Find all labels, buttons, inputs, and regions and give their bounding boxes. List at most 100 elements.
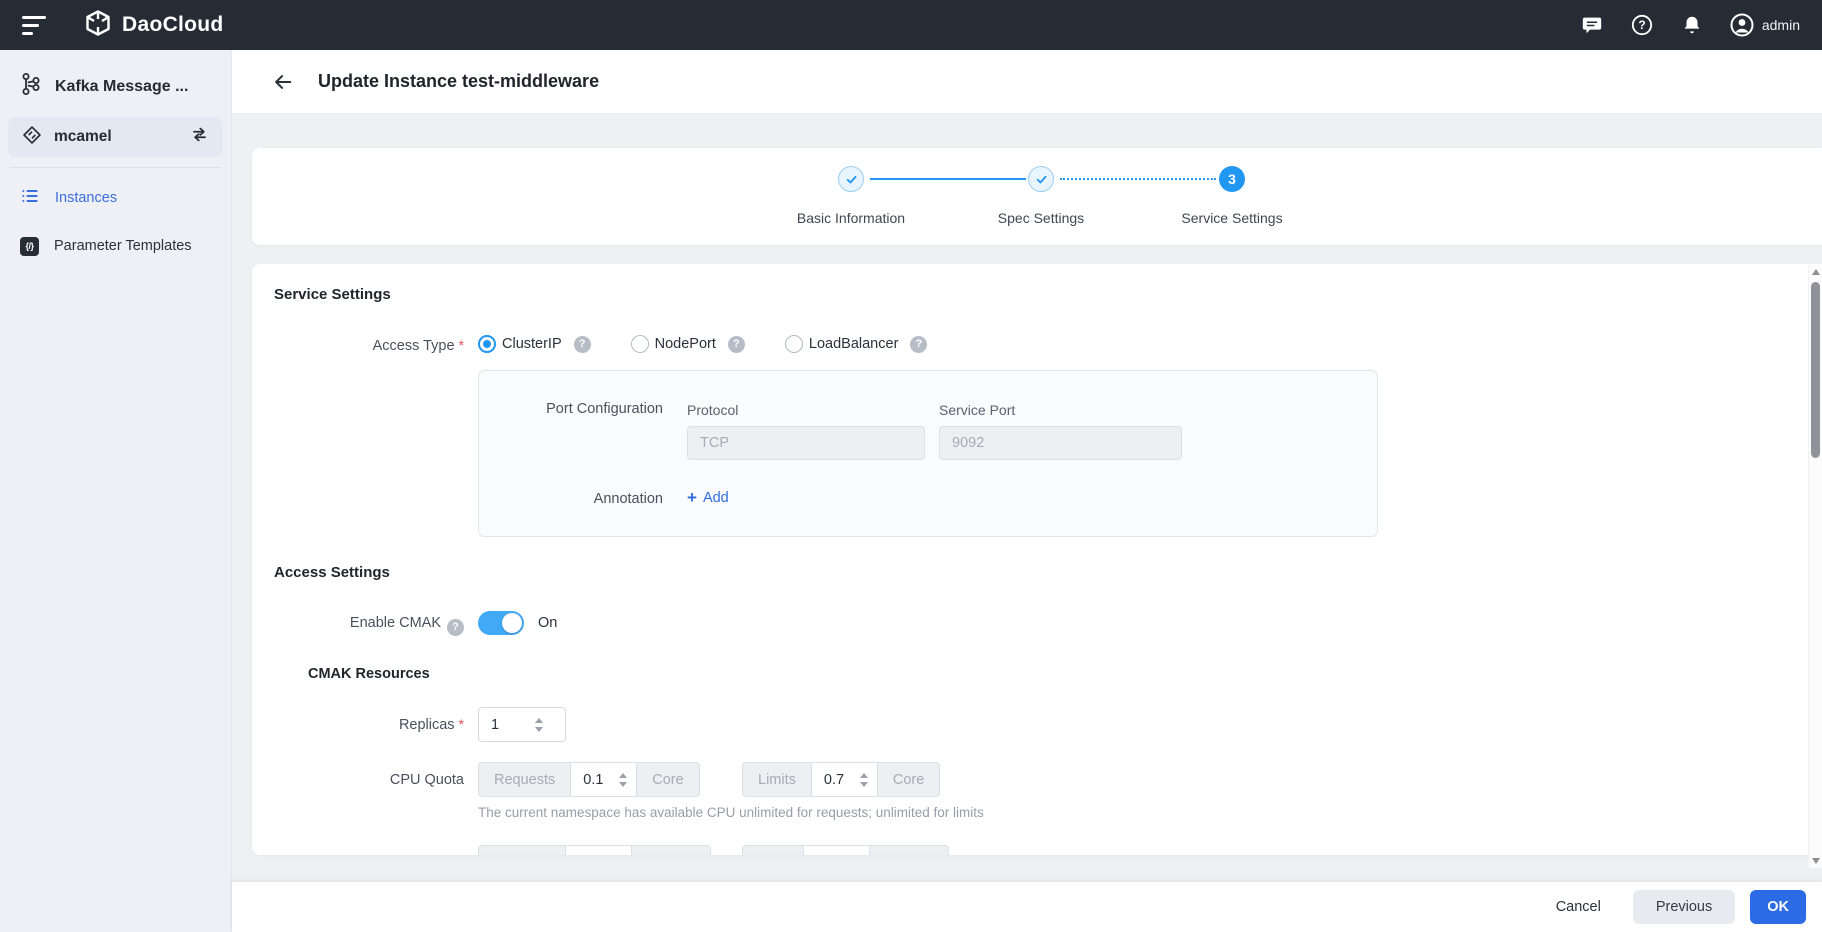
replicas-stepper[interactable] — [531, 718, 552, 732]
page-title: Update Instance test-middleware — [318, 71, 599, 92]
cpu-requests-stepper[interactable] — [615, 773, 636, 787]
scroll-up-arrow[interactable] — [1812, 269, 1820, 275]
cpu-requests-input-box — [571, 762, 636, 797]
step-label: Basic Information — [771, 210, 931, 226]
stepper-connector — [870, 178, 1026, 180]
required-asterisk: * — [459, 716, 464, 732]
username-label: admin — [1762, 17, 1800, 33]
cpu-limits-group: Limits Core — [742, 762, 940, 797]
daocloud-logo-icon — [84, 9, 112, 42]
memory-limits-input[interactable] — [804, 855, 848, 856]
increment-icon[interactable] — [535, 718, 543, 723]
step-label: Service Settings — [1152, 210, 1312, 226]
radio-loadbalancer[interactable]: LoadBalancer ? — [785, 335, 928, 353]
hamburger-menu-icon[interactable] — [22, 16, 46, 35]
access-type-label: Access Type* — [252, 337, 464, 354]
cluster-icon — [22, 125, 42, 150]
step-service-settings[interactable]: 3 — [1219, 166, 1245, 192]
access-type-radio-group: ClusterIP ? NodePort ? LoadBalancer ? — [478, 335, 927, 353]
back-button[interactable] — [270, 69, 296, 95]
increment-icon[interactable] — [860, 773, 868, 778]
stepper-card: 3 Basic Information Spec Settings Servic… — [252, 148, 1822, 245]
memory-limits-group — [742, 845, 949, 855]
radio-button[interactable] — [785, 335, 803, 353]
list-icon — [20, 186, 40, 210]
enable-cmak-label: Enable CMAK? — [252, 615, 464, 636]
scroll-down-arrow[interactable] — [1812, 858, 1820, 864]
port-configuration-panel: Port Configuration Protocol Service Port… — [478, 370, 1378, 537]
sidebar-item-instances[interactable]: Instances — [0, 174, 231, 222]
sidebar-item-label: Instances — [55, 190, 117, 206]
decrement-icon[interactable] — [535, 727, 543, 732]
cpu-requests-input[interactable] — [571, 772, 615, 788]
radio-clusterip[interactable]: ClusterIP ? — [478, 335, 591, 353]
brand-name: DaoCloud — [122, 13, 224, 37]
plus-icon: + — [687, 489, 697, 506]
page-header: Update Instance test-middleware — [232, 50, 1822, 113]
workspace-row[interactable]: Kafka Message ... — [0, 60, 231, 115]
sidebar-item-parameter-templates[interactable]: {/} Parameter Templates — [0, 222, 231, 270]
sidebar-item-label: Parameter Templates — [54, 238, 192, 254]
content-area: 3 Basic Information Spec Settings Servic… — [232, 113, 1822, 882]
scrollbar-thumb[interactable] — [1811, 282, 1820, 458]
footer-action-bar: Cancel Previous OK — [232, 882, 1822, 932]
cpu-quota-label: CPU Quota — [252, 772, 464, 788]
previous-button[interactable]: Previous — [1633, 890, 1735, 924]
kafka-icon — [18, 72, 42, 101]
service-port-label: Service Port — [939, 402, 1015, 418]
radio-button-selected[interactable] — [478, 335, 496, 353]
ok-button[interactable]: OK — [1750, 890, 1806, 924]
radio-nodeport[interactable]: NodePort ? — [631, 335, 745, 353]
cluster-name: mcamel — [54, 128, 178, 146]
decrement-icon[interactable] — [860, 782, 868, 787]
decrement-icon[interactable] — [619, 782, 627, 787]
protocol-input — [687, 426, 925, 460]
cpu-quota-hint: The current namespace has available CPU … — [478, 805, 984, 820]
stepper-connector — [1060, 178, 1216, 180]
toggle-state-label: On — [538, 615, 557, 631]
annotation-label: Annotation — [479, 491, 663, 507]
avatar-icon — [1730, 13, 1754, 37]
help-icon[interactable]: ? — [1630, 13, 1654, 37]
stepper: 3 Basic Information Spec Settings Servic… — [771, 166, 1431, 241]
user-menu[interactable]: admin — [1730, 13, 1800, 37]
help-question-icon[interactable]: ? — [447, 619, 464, 636]
help-question-icon[interactable]: ? — [910, 336, 927, 353]
help-question-icon[interactable]: ? — [574, 336, 591, 353]
replicas-input-box — [478, 707, 566, 742]
cmak-resources-heading: CMAK Resources — [308, 666, 430, 682]
cpu-limits-input[interactable] — [812, 772, 856, 788]
section-heading-access-settings: Access Settings — [274, 564, 390, 581]
step-spec-settings[interactable] — [1028, 166, 1054, 192]
form-card: Service Settings Access Type* ClusterIP … — [252, 264, 1822, 855]
cpu-limits-stepper[interactable] — [856, 773, 877, 787]
switch-cluster-icon[interactable] — [190, 125, 209, 149]
required-asterisk: * — [459, 337, 464, 353]
cancel-button[interactable]: Cancel — [1546, 891, 1611, 923]
topbar: DaoCloud ? admin — [0, 0, 1822, 50]
memory-requests-group — [478, 845, 711, 855]
step-basic-information[interactable] — [838, 166, 864, 192]
protocol-label: Protocol — [687, 402, 738, 418]
workspace-name: Kafka Message ... — [55, 78, 188, 96]
replicas-label: Replicas* — [252, 716, 464, 733]
port-configuration-label: Port Configuration — [479, 401, 663, 417]
template-icon: {/} — [20, 237, 39, 256]
core-unit-addon: Core — [877, 762, 940, 797]
core-unit-addon: Core — [636, 762, 699, 797]
help-question-icon[interactable]: ? — [728, 336, 745, 353]
section-heading-service-settings: Service Settings — [274, 286, 391, 303]
increment-icon[interactable] — [619, 773, 627, 778]
memory-requests-input[interactable] — [566, 855, 610, 856]
vertical-scrollbar[interactable] — [1808, 265, 1822, 868]
message-icon[interactable] — [1580, 13, 1604, 37]
replicas-input[interactable] — [479, 717, 531, 733]
enable-cmak-toggle[interactable] — [478, 611, 524, 635]
cpu-limits-input-box — [812, 762, 877, 797]
sidebar: Kafka Message ... mcamel — [0, 50, 232, 932]
cluster-selector[interactable]: mcamel — [8, 117, 223, 157]
service-port-input — [939, 426, 1182, 460]
radio-button[interactable] — [631, 335, 649, 353]
add-annotation-button[interactable]: + Add — [687, 489, 729, 506]
bell-icon[interactable] — [1680, 13, 1704, 37]
